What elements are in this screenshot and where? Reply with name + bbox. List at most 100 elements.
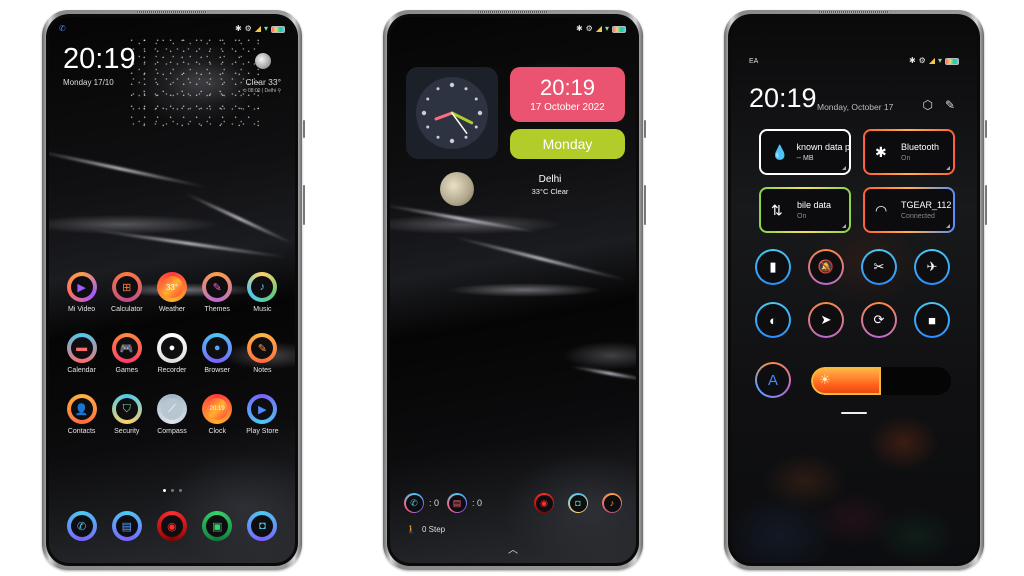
app-label: Music bbox=[253, 306, 272, 313]
weather-condition[interactable]: Clear 33° bbox=[245, 77, 281, 87]
auto-brightness-button[interactable]: A bbox=[755, 362, 791, 398]
sun-icon: ☀ bbox=[819, 372, 831, 387]
tile-body: 💧 known data pla -- MB bbox=[761, 131, 849, 173]
weather-condition: 33°C Clear bbox=[531, 187, 569, 196]
app-recorder[interactable]: ● Recorder bbox=[149, 333, 194, 374]
app-games[interactable]: 🎮 Games bbox=[104, 333, 149, 374]
data-saver-icon: ⚙ bbox=[585, 24, 593, 33]
clock-tick bbox=[449, 138, 455, 144]
toggle-dark-mode[interactable]: ◐ bbox=[755, 302, 791, 338]
toggle-screen-record[interactable]: ■ bbox=[914, 302, 950, 338]
shortcut-camera[interactable]: ◘ bbox=[568, 493, 588, 513]
tile-body: ✱ Bluetooth On bbox=[865, 131, 953, 173]
tile-mobile-data[interactable]: ⇅ bile data On bbox=[759, 187, 851, 233]
step-count: 0 Step bbox=[421, 525, 446, 534]
compass-icon: ⟋ bbox=[160, 398, 183, 420]
analog-clock-widget[interactable] bbox=[406, 67, 498, 159]
brush-icon: ✎ bbox=[206, 276, 229, 298]
dock-phone[interactable]: ✆ bbox=[66, 511, 97, 541]
moon-icon bbox=[255, 53, 271, 69]
app-themes[interactable]: ✎ Themes bbox=[195, 272, 240, 313]
expand-corner-icon[interactable] bbox=[842, 166, 846, 170]
app-play-store[interactable]: ▶ Play Store bbox=[240, 394, 285, 435]
notif-phone[interactable]: ✆ bbox=[404, 493, 424, 513]
date-widget-date: 17 October 2022 bbox=[530, 102, 605, 113]
app-calculator[interactable]: ⊞ Calculator bbox=[104, 272, 149, 313]
flashlight-icon: ▮ bbox=[757, 251, 789, 283]
dock-gallery[interactable]: ▣ bbox=[202, 511, 233, 541]
messages-icon: ▤ bbox=[448, 494, 466, 512]
bluetooth-icon: ✱ bbox=[575, 24, 583, 33]
auto-brightness-icon: A bbox=[757, 364, 789, 396]
carrier-label: EA bbox=[749, 57, 759, 65]
shortcut-music-note[interactable]: ♪ bbox=[602, 493, 622, 513]
app-icon-ring: ✎ bbox=[202, 272, 233, 302]
clock-time[interactable]: 20:19 bbox=[63, 43, 136, 76]
dock-camera[interactable]: ◘ bbox=[247, 511, 278, 541]
contact-icon: 👤 bbox=[70, 398, 93, 420]
page-dot[interactable] bbox=[170, 489, 174, 492]
toggle-flashlight[interactable]: ▮ bbox=[755, 249, 791, 285]
toggle-location[interactable]: ➤ bbox=[808, 302, 844, 338]
app-notes[interactable]: ✎ Notes bbox=[240, 333, 285, 374]
drag-handle[interactable] bbox=[841, 412, 867, 414]
video-camera-icon: ■ bbox=[916, 304, 948, 336]
app-browser[interactable]: ● Browser bbox=[195, 333, 240, 374]
step-counter[interactable]: 🚶 0 Step bbox=[406, 525, 445, 534]
bluetooth-icon: ✱ bbox=[908, 56, 916, 65]
expand-corner-icon[interactable] bbox=[946, 224, 950, 228]
battery-icon bbox=[612, 25, 626, 33]
signal-icon: ◢ bbox=[254, 24, 261, 33]
app-label: Calendar bbox=[67, 367, 96, 374]
dock-browser[interactable]: ◉ bbox=[156, 511, 187, 541]
dock-messages[interactable]: ▤ bbox=[111, 511, 142, 541]
clock-tick bbox=[426, 97, 430, 101]
control-center: EA ✱ ⚙ ◢ ▾ 20:19 Monday, October 17 ⬡ ✎ … bbox=[731, 17, 977, 563]
app-music[interactable]: ♪ Music bbox=[240, 272, 285, 313]
app-mi-video[interactable]: ▶ Mi Video bbox=[59, 272, 104, 313]
phone-widget-screen: ✱ ⚙ ◢ ▾ 20:19 17 October 2022 Monday Del… bbox=[383, 10, 646, 570]
app-calendar[interactable]: ▬ Calendar bbox=[59, 333, 104, 374]
volume-button bbox=[303, 120, 305, 138]
weather-city[interactable]: Delhi bbox=[520, 174, 580, 185]
page-indicator[interactable] bbox=[49, 489, 295, 492]
clock-tick bbox=[426, 125, 430, 129]
power-button bbox=[303, 185, 305, 225]
expand-corner-icon[interactable] bbox=[842, 224, 846, 228]
app-icon-ring: ⊞ bbox=[111, 272, 142, 302]
play-icon: ▶ bbox=[70, 276, 93, 298]
expand-corner-icon[interactable] bbox=[946, 166, 950, 170]
settings-icon[interactable]: ⬡ bbox=[922, 98, 932, 112]
app-label: Notes bbox=[253, 367, 272, 374]
toggle-screenshot[interactable]: ✂ bbox=[861, 249, 897, 285]
toggle-rotation-lock[interactable]: ⟳ bbox=[861, 302, 897, 338]
page-dot[interactable] bbox=[162, 489, 166, 492]
app-compass[interactable]: ⟋ Compass bbox=[149, 394, 194, 435]
shield-icon: ⛉ bbox=[115, 398, 138, 420]
browser-icon: ◉ bbox=[535, 494, 553, 512]
toggle-mute[interactable]: 🔕 bbox=[808, 249, 844, 285]
day-widget[interactable]: Monday bbox=[510, 129, 625, 159]
app-security[interactable]: ⛉ Security bbox=[104, 394, 149, 435]
date-widget[interactable]: 20:19 17 October 2022 bbox=[510, 67, 625, 122]
notif-count: : 0 bbox=[429, 498, 440, 508]
app-contacts[interactable]: 👤 Contacts bbox=[59, 394, 104, 435]
tile-data-usage[interactable]: 💧 known data pla -- MB bbox=[759, 129, 851, 175]
app-clock[interactable]: 20:19 Clock bbox=[195, 394, 240, 435]
status-bar: EA ✱ ⚙ ◢ ▾ bbox=[749, 55, 959, 67]
music-note-icon: ♪ bbox=[251, 276, 274, 298]
page-dot[interactable] bbox=[178, 489, 182, 492]
tile-wifi[interactable]: ◠ TGEAR_112 Connected bbox=[863, 187, 955, 233]
app-grid: ▶ Mi Video ⊞ Calculator 33° Weather ✎ Themes ♪ Mu… bbox=[59, 272, 285, 435]
tile-bluetooth[interactable]: ✱ Bluetooth On bbox=[863, 129, 955, 175]
dock: ✆ ▤ ◉ ▣ ◘ bbox=[59, 511, 285, 541]
earpiece bbox=[819, 11, 889, 13]
app-weather[interactable]: 33° Weather bbox=[149, 272, 194, 313]
chevron-up-icon[interactable]: ︿ bbox=[508, 541, 518, 556]
stage: ✆ ✱ ⚙ ◢ ▾ 20:19 Monday 17/10 Clear 33° ⟲… bbox=[0, 0, 1024, 576]
notif-messages[interactable]: ▤ bbox=[447, 493, 468, 513]
shortcut-browser[interactable]: ◉ bbox=[534, 493, 554, 513]
edit-icon[interactable]: ✎ bbox=[945, 98, 955, 112]
toggle-airplane[interactable]: ✈ bbox=[914, 249, 950, 285]
brightness-slider[interactable]: ☀ bbox=[811, 367, 951, 395]
